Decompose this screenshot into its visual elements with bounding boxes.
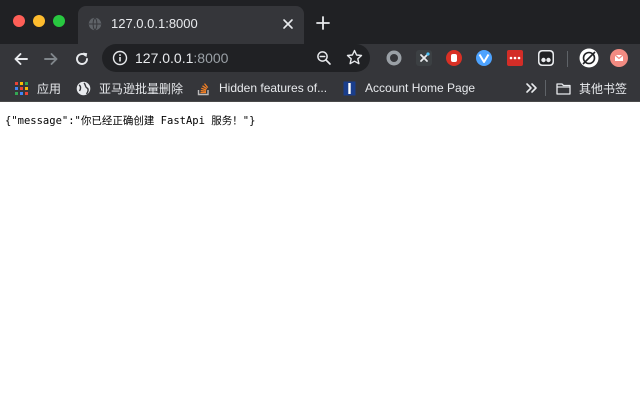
url-host: 127.0.0.1 <box>135 50 194 66</box>
extension-badge-icon[interactable] <box>609 48 629 68</box>
profile-avatar-icon[interactable] <box>579 48 599 68</box>
page-content: {"message":"你已经正确创建 FastApi 服务！"} <box>0 103 640 396</box>
minimize-window-button[interactable] <box>33 15 45 27</box>
globe-icon <box>76 81 91 95</box>
globe-icon <box>88 17 102 31</box>
json-response-text: {"message":"你已经正确创建 FastApi 服务！"} <box>5 115 256 127</box>
window-titlebar: 127.0.0.1:8000 <box>0 0 640 44</box>
close-window-button[interactable] <box>13 15 25 27</box>
block-hand-extension-icon[interactable] <box>445 49 463 67</box>
record-extension-icon[interactable] <box>385 49 403 67</box>
maximize-window-button[interactable] <box>53 15 65 27</box>
close-tab-icon[interactable] <box>280 16 296 32</box>
bookmark-hidden-features[interactable]: Hidden features of... <box>196 79 327 97</box>
bookmark-label: 其他书签 <box>579 81 628 96</box>
toolbar-divider <box>567 51 568 67</box>
bookmark-account-home-page[interactable]: Account Home Page <box>342 79 475 97</box>
browser-toolbar: 127.0.0.1:8000 <box>0 44 640 74</box>
chevron-double-right-icon[interactable] <box>524 81 538 95</box>
address-url: 127.0.0.1:8000 <box>135 50 228 66</box>
stackoverflow-icon <box>197 82 209 95</box>
tab-title: 127.0.0.1:8000 <box>111 16 198 31</box>
bookmark-apps[interactable]: 应用 <box>14 79 61 97</box>
zoom-out-icon[interactable] <box>316 50 332 66</box>
browser-tab[interactable]: 127.0.0.1:8000 <box>78 6 304 44</box>
forward-arrow-icon[interactable] <box>42 50 60 68</box>
back-arrow-icon[interactable] <box>12 50 30 68</box>
bookmark-page-icon <box>343 81 356 95</box>
x-extension-icon[interactable] <box>415 49 433 67</box>
bookmark-label: 应用 <box>37 81 62 96</box>
bookmark-amazon-bulk-delete[interactable]: 亚马逊批量删除 <box>76 79 183 97</box>
bookmarks-bar: 应用 亚马逊批量删除 Hidden features of... Account… <box>0 74 640 102</box>
tampermonkey-extension-icon[interactable] <box>537 49 555 67</box>
reload-icon[interactable] <box>73 50 91 68</box>
bookmark-other-bookmarks[interactable]: 其他书签 <box>556 79 627 97</box>
bookmark-label: Hidden features of... <box>219 81 328 95</box>
vuejs-extension-icon[interactable] <box>475 49 493 67</box>
apps-grid-icon <box>15 81 28 95</box>
bookmark-label: 亚马逊批量删除 <box>99 81 184 96</box>
bookmark-label: Account Home Page <box>365 81 476 95</box>
bookmark-star-icon[interactable] <box>346 49 363 66</box>
info-icon[interactable] <box>112 50 128 66</box>
url-port: :8000 <box>193 50 229 66</box>
bookmarks-divider <box>545 80 546 96</box>
lastpass-extension-icon[interactable] <box>506 49 524 67</box>
folder-icon <box>556 82 571 95</box>
new-tab-icon[interactable] <box>315 15 331 31</box>
address-bar[interactable]: 127.0.0.1:8000 <box>102 44 370 72</box>
